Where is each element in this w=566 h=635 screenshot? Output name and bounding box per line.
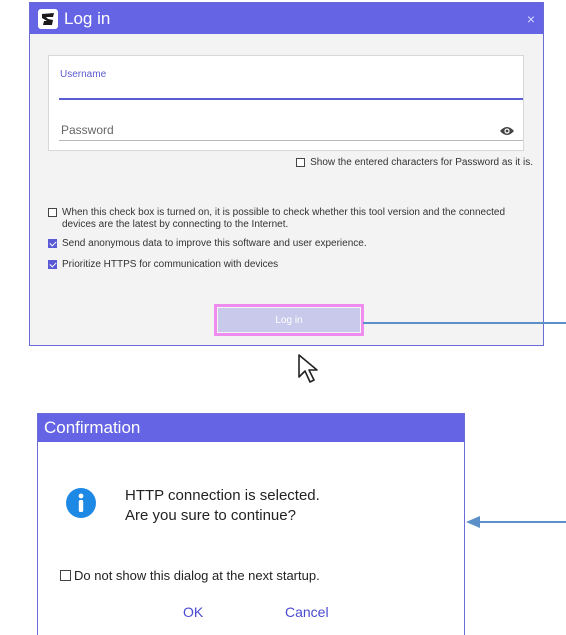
- prioritize-https-label: Prioritize HTTPS for communication with …: [62, 259, 279, 270]
- send-anonymous-data-label: Send anonymous data to improve this soft…: [62, 238, 367, 249]
- dont-show-option[interactable]: Do not show this dialog at the next star…: [60, 568, 320, 583]
- app-logo-icon: [38, 8, 58, 29]
- confirmation-title: Confirmation: [38, 414, 464, 442]
- login-title: Log in: [64, 8, 111, 28]
- login-window: Log in × Username Show the entered chara…: [29, 2, 544, 346]
- send-anonymous-data-checkbox[interactable]: [48, 239, 57, 248]
- info-icon: [66, 488, 96, 523]
- cancel-button[interactable]: Cancel: [285, 604, 329, 620]
- username-label: Username: [60, 69, 107, 80]
- prioritize-https-checkbox[interactable]: [48, 260, 57, 269]
- login-titlebar: Log in ×: [30, 3, 543, 34]
- login-button[interactable]: Log in: [214, 304, 364, 336]
- annotation-line: [363, 322, 566, 324]
- message-line-1: HTTP connection is selected.: [125, 487, 320, 504]
- confirmation-message: HTTP connection is selected. Are you sur…: [125, 486, 320, 526]
- show-password-option[interactable]: Show the entered characters for Password…: [296, 157, 533, 168]
- dont-show-label: Do not show this dialog at the next star…: [74, 568, 320, 583]
- close-icon[interactable]: ×: [527, 11, 535, 27]
- password-input[interactable]: [59, 120, 523, 141]
- confirmation-dialog: Confirmation HTTP connection is selected…: [37, 413, 465, 635]
- show-password-checkbox[interactable]: [296, 158, 306, 167]
- check-updates-option[interactable]: When this check box is turned on, it is …: [48, 207, 518, 231]
- ok-button[interactable]: OK: [183, 604, 203, 620]
- username-input[interactable]: [59, 82, 523, 100]
- prioritize-https-option[interactable]: Prioritize HTTPS for communication with …: [48, 259, 518, 271]
- credentials-panel: Username: [48, 55, 524, 151]
- check-updates-checkbox[interactable]: [48, 208, 57, 217]
- message-line-2: Are you sure to continue?: [125, 507, 296, 524]
- dont-show-checkbox[interactable]: [60, 570, 71, 581]
- check-updates-label: When this check box is turned on, it is …: [62, 207, 506, 230]
- send-anonymous-data-option[interactable]: Send anonymous data to improve this soft…: [48, 238, 518, 250]
- eye-icon[interactable]: [499, 124, 515, 142]
- show-password-label: Show the entered characters for Password…: [310, 157, 533, 168]
- annotation-arrow: [466, 514, 566, 535]
- mouse-cursor-icon: [297, 353, 323, 390]
